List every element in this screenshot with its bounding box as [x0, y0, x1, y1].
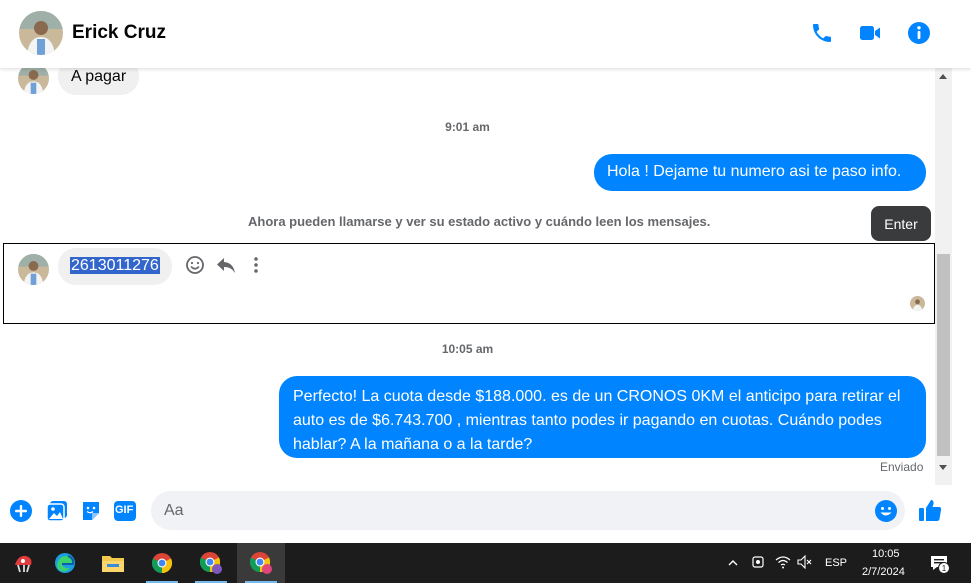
- chat-header: Erick Cruz: [0, 0, 971, 68]
- message-input[interactable]: [151, 491, 905, 530]
- scroll-up-arrow[interactable]: [939, 74, 947, 79]
- chevron-up-icon[interactable]: [727, 556, 739, 568]
- clock-time[interactable]: 10:05: [872, 548, 900, 560]
- scroll-thumb[interactable]: [937, 254, 950, 456]
- edge-icon[interactable]: [41, 543, 89, 583]
- react-emoji-icon[interactable]: [184, 254, 206, 276]
- seen-avatar: [910, 296, 925, 311]
- sender-avatar[interactable]: [18, 68, 49, 94]
- system-notice: Ahora pueden llamarse y ver su estado ac…: [248, 214, 711, 229]
- contact-avatar[interactable]: [19, 11, 63, 55]
- sticker-icon[interactable]: [79, 499, 103, 523]
- focused-message-row[interactable]: 2613011276: [3, 243, 935, 324]
- scrollbar[interactable]: [935, 68, 952, 485]
- message-bubble-incoming[interactable]: 2613011276: [58, 248, 172, 285]
- info-icon[interactable]: [907, 21, 931, 45]
- meet-now-icon[interactable]: [751, 555, 765, 569]
- language-indicator[interactable]: ESP: [825, 557, 847, 569]
- volume-muted-icon[interactable]: [797, 554, 813, 570]
- composer: GIF: [0, 485, 971, 543]
- phone-icon[interactable]: [810, 21, 834, 45]
- timestamp: 10:05 am: [441, 342, 494, 356]
- timestamp: 9:01 am: [445, 120, 490, 134]
- messenger-window: Erick Cruz A pagar 9:01 am Hola ! Dejame…: [0, 0, 971, 543]
- notification-count: 1: [938, 562, 950, 574]
- plus-icon[interactable]: [9, 499, 33, 523]
- gif-label: GIF: [115, 504, 134, 516]
- more-options-icon[interactable]: [247, 254, 265, 276]
- chrome-icon[interactable]: [138, 543, 186, 583]
- chrome-profile-c-icon[interactable]: [237, 543, 285, 583]
- sender-avatar[interactable]: [18, 254, 49, 285]
- tooltip: Enter: [871, 206, 931, 241]
- selected-text[interactable]: 2613011276: [70, 257, 160, 274]
- image-icon[interactable]: [45, 499, 69, 523]
- message-bubble-outgoing[interactable]: Perfecto! La cuota desde $188.000. es de…: [279, 376, 926, 458]
- sent-status: Enviado: [880, 460, 924, 474]
- taskbar: ESP 10:05 2/7/2024 1: [0, 543, 971, 583]
- notifications-icon[interactable]: 1: [930, 555, 950, 575]
- scroll-down-arrow[interactable]: [939, 465, 947, 470]
- chrome-profile-icon[interactable]: [187, 543, 235, 583]
- message-bubble-incoming[interactable]: A pagar: [58, 68, 140, 95]
- message-bubble-outgoing[interactable]: Hola ! Dejame tu numero asi te paso info…: [594, 154, 926, 191]
- file-explorer-icon[interactable]: [89, 543, 137, 583]
- wifi-icon[interactable]: [775, 555, 791, 569]
- clock-date[interactable]: 2/7/2024: [862, 566, 905, 578]
- contact-name[interactable]: Erick Cruz: [72, 22, 166, 44]
- video-icon[interactable]: [858, 21, 882, 45]
- gif-icon[interactable]: GIF: [113, 499, 137, 523]
- emoji-icon[interactable]: [874, 499, 898, 523]
- reply-icon[interactable]: [215, 254, 237, 276]
- like-icon[interactable]: [917, 497, 943, 523]
